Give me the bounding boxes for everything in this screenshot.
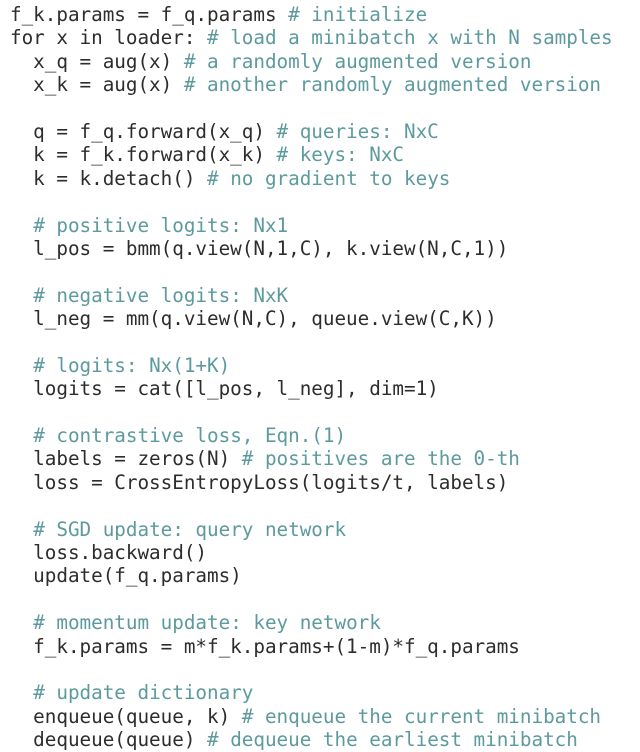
code-token: l_neg = mm(q.view(N,C), queue.view(C,K)) — [10, 307, 497, 331]
code-comment: # logits: Nx(1+K) — [33, 353, 231, 377]
code-comment: # momentum update: key network — [33, 611, 381, 635]
code-listing: f_k.params = f_q.params # initialize for … — [0, 0, 640, 751]
code-line: logits = cat([l_pos, l_neg], dim=1) — [0, 377, 640, 400]
code-comment: # load a minibatch x with N samples — [207, 26, 613, 50]
code-token: loss.backward() — [10, 540, 208, 564]
code-line: loss.backward() — [0, 541, 640, 564]
code-line: for x in loader: # load a minibatch x wi… — [0, 26, 640, 49]
code-comment: # positive logits: Nx1 — [33, 213, 289, 237]
code-line: f_k.params = f_q.params # initialize — [0, 0, 640, 26]
code-line: k = f_k.forward(x_k) # keys: NxC — [0, 143, 640, 166]
code-line: # negative logits: NxK — [0, 284, 640, 307]
code-token: x_k = aug(x) — [10, 73, 184, 97]
code-comment: # keys: NxC — [276, 143, 405, 167]
code-token: k = k.detach() — [10, 166, 208, 190]
code-token: dequeue(queue) — [10, 728, 208, 752]
code-line: # SGD update: query network — [0, 518, 640, 541]
code-comment: # another randomly augmented version — [183, 73, 602, 97]
code-comment: # negative logits: NxK — [33, 283, 289, 307]
code-comment: # contrastive loss, Eqn.(1) — [33, 424, 347, 448]
code-line: x_k = aug(x) # another randomly augmente… — [0, 73, 640, 96]
code-line: labels = zeros(N) # positives are the 0-… — [0, 447, 640, 470]
code-token: enqueue(queue, k) — [10, 704, 242, 728]
code-line: l_pos = bmm(q.view(N,1,C), k.view(N,C,1)… — [0, 237, 640, 260]
code-line: # momentum update: key network — [0, 611, 640, 634]
code-comment: # dequeue the earliest minibatch — [207, 728, 578, 752]
code-line: loss = CrossEntropyLoss(logits/t, labels… — [0, 471, 640, 494]
code-token: logits = cat([l_pos, l_neg], dim=1) — [10, 377, 439, 401]
code-comment: # enqueue the current minibatch — [241, 704, 602, 728]
code-token: f_k.params = m*f_k.params+(1-m)*f_q.para… — [10, 634, 520, 658]
code-line: # contrastive loss, Eqn.(1) — [0, 424, 640, 447]
code-line: enqueue(queue, k) # enqueue the current … — [0, 705, 640, 728]
code-token: labels = zeros(N) — [10, 447, 242, 471]
code-line: l_neg = mm(q.view(N,C), queue.view(C,K)) — [0, 307, 640, 330]
code-token: for x in loader: — [10, 26, 208, 50]
code-comment: # no gradient to keys — [207, 166, 451, 190]
code-token: loss = CrossEntropyLoss(logits/t, labels… — [10, 470, 509, 494]
code-comment: # SGD update: query network — [33, 517, 347, 541]
code-line: update(f_q.params) — [0, 564, 640, 587]
code-comment: # a randomly augmented version — [183, 49, 532, 73]
code-comment: # initialize — [288, 3, 428, 26]
code-line: x_q = aug(x) # a randomly augmented vers… — [0, 50, 640, 73]
code-token: q = f_q.forward(x_q) — [10, 119, 277, 143]
code-comment: # update dictionary — [33, 681, 254, 705]
code-token: f_k.params = f_q.params — [10, 3, 289, 26]
code-token: k = f_k.forward(x_k) — [10, 143, 277, 167]
code-line: # update dictionary — [0, 681, 640, 704]
code-line: dequeue(queue) # dequeue the earliest mi… — [0, 728, 640, 751]
code-comment: # queries: NxC — [276, 119, 439, 143]
code-token: x_q = aug(x) — [10, 49, 184, 73]
code-line: f_k.params = m*f_k.params+(1-m)*f_q.para… — [0, 635, 640, 658]
code-line: k = k.detach() # no gradient to keys — [0, 167, 640, 190]
code-token: update(f_q.params) — [10, 564, 242, 588]
code-line: q = f_q.forward(x_q) # queries: NxC — [0, 120, 640, 143]
code-line: # positive logits: Nx1 — [0, 214, 640, 237]
code-token: l_pos = bmm(q.view(N,1,C), k.view(N,C,1)… — [10, 236, 509, 260]
code-comment: # positives are the 0-th — [241, 447, 520, 471]
code-line: # logits: Nx(1+K) — [0, 354, 640, 377]
